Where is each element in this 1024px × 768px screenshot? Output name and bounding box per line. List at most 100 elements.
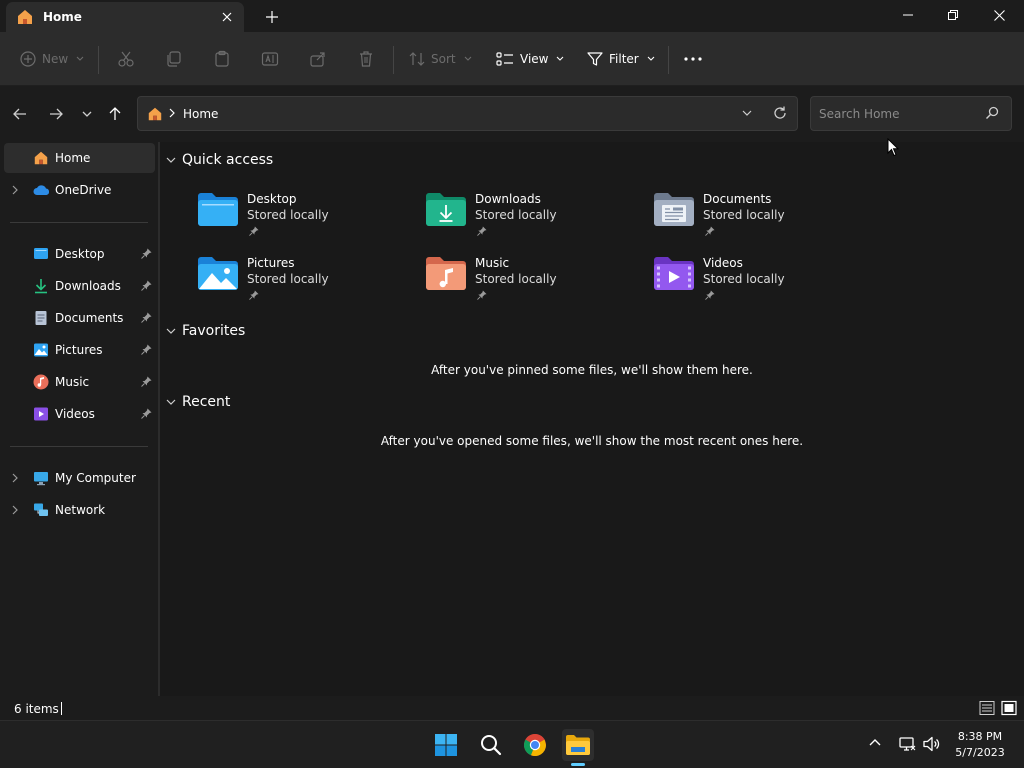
share-button[interactable]	[309, 47, 327, 71]
scissors-icon	[118, 51, 134, 67]
rename-button[interactable]	[261, 47, 279, 71]
forward-button[interactable]	[45, 103, 67, 125]
copy-button[interactable]	[165, 47, 183, 71]
recent-header[interactable]: Recent	[166, 394, 230, 410]
refresh-button[interactable]	[772, 105, 788, 121]
sidebar-item-label: OneDrive	[55, 183, 112, 197]
new-button[interactable]: New	[20, 47, 84, 71]
pin-icon	[705, 290, 715, 300]
new-tab-button[interactable]	[262, 7, 282, 27]
quick-access-tile-desktop[interactable]: Desktop Stored locally	[197, 192, 407, 242]
clock-date: 5/7/2023	[955, 746, 1005, 759]
address-history-button[interactable]	[740, 106, 754, 120]
chevron-right-icon[interactable]	[12, 473, 18, 483]
pin-icon[interactable]	[141, 344, 152, 355]
restore-button[interactable]	[930, 0, 976, 30]
quick-access-tile-downloads[interactable]: Downloads Stored locally	[425, 192, 635, 242]
up-button[interactable]	[104, 103, 126, 125]
tile-name: Downloads	[475, 192, 541, 206]
tiles-view-icon	[1001, 700, 1017, 716]
videos-icon	[33, 406, 49, 422]
search-box[interactable]: Search Home	[810, 96, 1012, 131]
address-bar[interactable]: Home	[137, 96, 798, 131]
file-explorer-taskbar-button[interactable]	[562, 729, 594, 761]
tile-name: Music	[475, 256, 510, 270]
videos-folder-icon	[653, 256, 695, 292]
tiles-view-button[interactable]	[1001, 700, 1017, 716]
pin-icon[interactable]	[141, 248, 152, 259]
search-icon	[481, 735, 502, 756]
network-status-button[interactable]	[898, 735, 916, 753]
breadcrumb-home[interactable]: Home	[183, 107, 218, 121]
sidebar-item-onedrive[interactable]: OneDrive	[4, 175, 155, 205]
pin-icon[interactable]	[141, 312, 152, 323]
favorites-header[interactable]: Favorites	[166, 323, 245, 339]
sidebar-item-label: Network	[55, 503, 106, 517]
sidebar-item-label: Videos	[55, 407, 95, 421]
chevron-right-icon[interactable]	[169, 108, 175, 118]
sidebar-item-label: Documents	[55, 311, 124, 325]
close-icon	[222, 12, 232, 22]
sort-button[interactable]: Sort	[409, 47, 472, 71]
close-window-button[interactable]	[976, 0, 1022, 30]
pin-icon[interactable]	[141, 376, 152, 387]
quick-access-tile-pictures[interactable]: Pictures Stored locally	[197, 256, 407, 306]
tab-home[interactable]: Home	[6, 2, 244, 32]
more-icon	[684, 57, 702, 61]
paste-button[interactable]	[213, 47, 231, 71]
see-more-button[interactable]	[684, 47, 702, 71]
system-clock[interactable]: 8:38 PM 5/7/2023	[950, 729, 1010, 761]
sidebar-item-label: Downloads	[55, 279, 121, 293]
minimize-button[interactable]	[885, 0, 931, 30]
sidebar-item-pictures[interactable]: Pictures	[4, 335, 155, 365]
view-label: View	[520, 52, 549, 66]
sidebar-item-network[interactable]: Network	[4, 495, 155, 525]
recent-locations-button[interactable]	[76, 103, 98, 125]
documents-icon	[33, 310, 49, 326]
sidebar-item-videos[interactable]: Videos	[4, 399, 155, 429]
search-taskbar-button[interactable]	[475, 729, 507, 761]
sidebar-item-my-computer[interactable]: My Computer	[4, 463, 155, 493]
new-label: New	[42, 52, 69, 66]
active-app-indicator	[571, 763, 585, 766]
minimize-icon	[903, 14, 913, 16]
chrome-taskbar-button[interactable]	[519, 729, 551, 761]
filter-button[interactable]: Filter	[587, 47, 655, 71]
sidebar-item-downloads[interactable]: Downloads	[4, 271, 155, 301]
details-view-button[interactable]	[979, 700, 995, 716]
quick-access-header[interactable]: Quick access	[166, 152, 273, 168]
sidebar-item-music[interactable]: Music	[4, 367, 155, 397]
pin-icon	[477, 226, 487, 236]
home-icon	[33, 150, 49, 166]
quick-access-tile-documents[interactable]: Documents Stored locally	[653, 192, 863, 242]
sidebar-item-desktop[interactable]: Desktop	[4, 239, 155, 269]
start-button[interactable]	[430, 729, 462, 761]
quick-access-tile-videos[interactable]: Videos Stored locally	[653, 256, 863, 306]
volume-button[interactable]	[922, 735, 942, 753]
sort-icon	[409, 52, 425, 66]
details-view-icon	[979, 701, 995, 715]
show-hidden-icons-button[interactable]	[868, 737, 882, 747]
back-button[interactable]	[9, 103, 31, 125]
delete-button[interactable]	[357, 47, 375, 71]
arrow-up-icon	[109, 107, 121, 120]
tile-name: Pictures	[247, 256, 295, 270]
chevron-right-icon[interactable]	[12, 505, 18, 515]
pin-icon[interactable]	[141, 280, 152, 291]
tile-name: Desktop	[247, 192, 297, 206]
pin-icon[interactable]	[141, 408, 152, 419]
pin-icon	[249, 290, 259, 300]
filter-label: Filter	[609, 52, 639, 66]
cut-button[interactable]	[117, 47, 135, 71]
close-tab-button[interactable]	[218, 8, 236, 26]
chevron-down-icon	[647, 56, 655, 61]
quick-access-tile-music[interactable]: Music Stored locally	[425, 256, 635, 306]
search-input[interactable]: Search Home	[819, 107, 899, 121]
chevron-right-icon[interactable]	[12, 185, 18, 195]
title-bar: Home	[0, 0, 1024, 32]
sidebar-item-documents[interactable]: Documents	[4, 303, 155, 333]
search-icon[interactable]	[985, 106, 999, 120]
sidebar-item-home[interactable]: Home	[4, 143, 155, 173]
view-button[interactable]: View	[496, 47, 564, 71]
favorites-empty-message: After you've pinned some files, we'll sh…	[431, 363, 753, 377]
